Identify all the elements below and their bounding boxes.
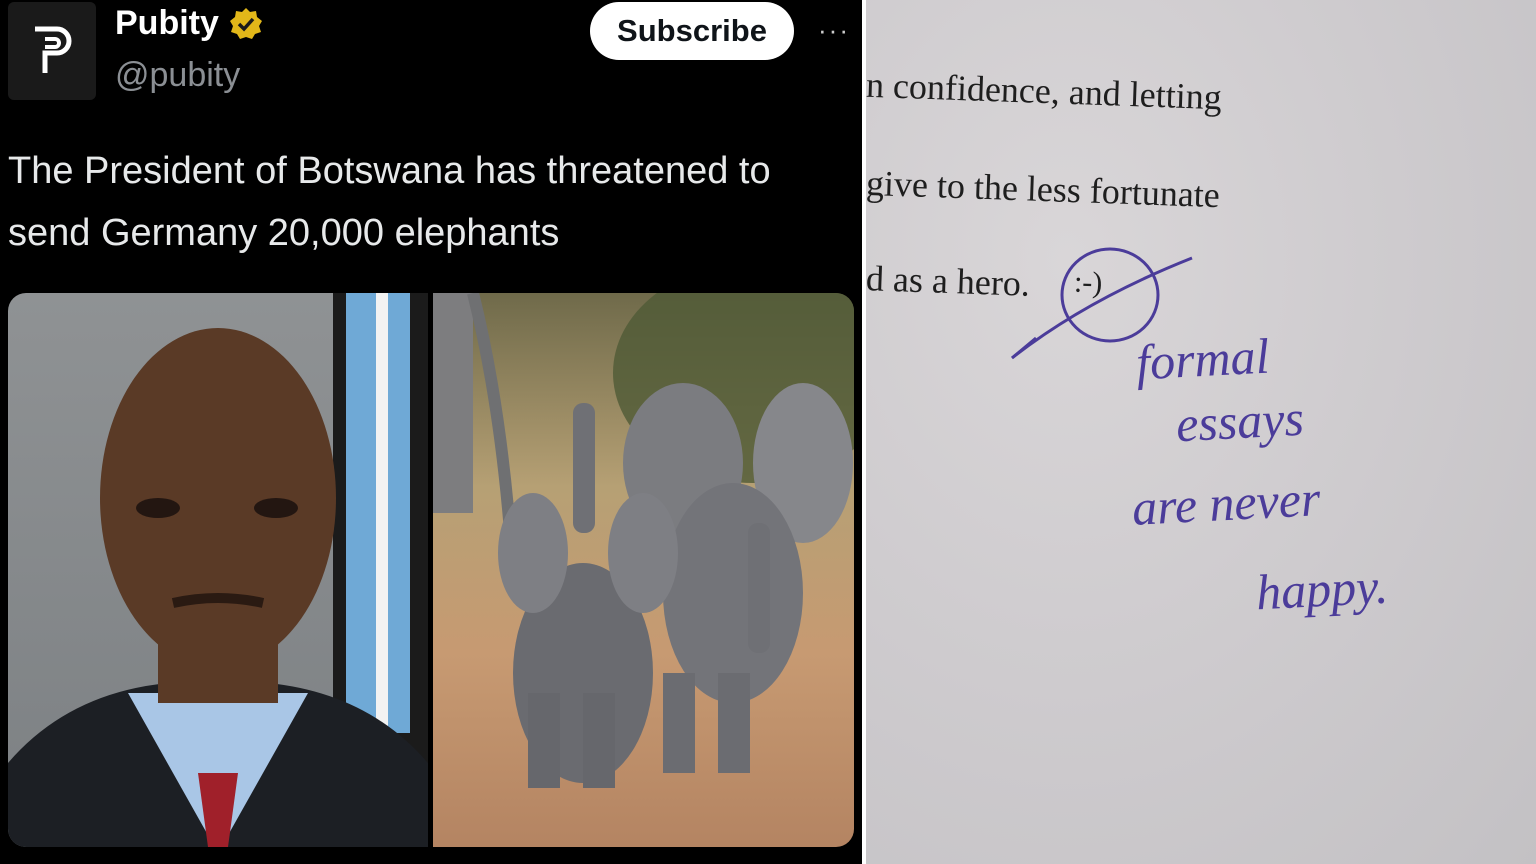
portrait-photo[interactable]	[8, 293, 428, 847]
handwritten-note-line-2: essays	[1174, 389, 1306, 453]
more-options-icon[interactable]: ···	[814, 10, 854, 50]
author-avatar[interactable]	[8, 2, 96, 100]
elephants-illustration	[433, 293, 854, 788]
social-post-screenshot: Pubity @pubity Subscribe ··· The Preside…	[0, 0, 862, 864]
graded-essay-photo: n confidence, and letting give to the le…	[866, 0, 1536, 864]
subscribe-button[interactable]: Subscribe	[590, 2, 794, 60]
verified-badge-icon	[229, 7, 262, 39]
post-text: The President of Botswana has threatened…	[8, 150, 771, 254]
author-handle[interactable]: @pubity	[115, 56, 240, 95]
pubity-logo-icon	[35, 26, 72, 73]
handwritten-note-line-1: formal	[1134, 327, 1271, 391]
portrait-illustration	[8, 293, 428, 847]
author-name[interactable]: Pubity	[115, 4, 219, 43]
handwritten-note-line-4: happy.	[1254, 557, 1390, 621]
post-media[interactable]	[8, 293, 854, 847]
author-name-row[interactable]: Pubity	[115, 4, 263, 43]
handwritten-note-line-3: are never	[1130, 470, 1322, 536]
elephants-photo[interactable]	[433, 293, 854, 847]
